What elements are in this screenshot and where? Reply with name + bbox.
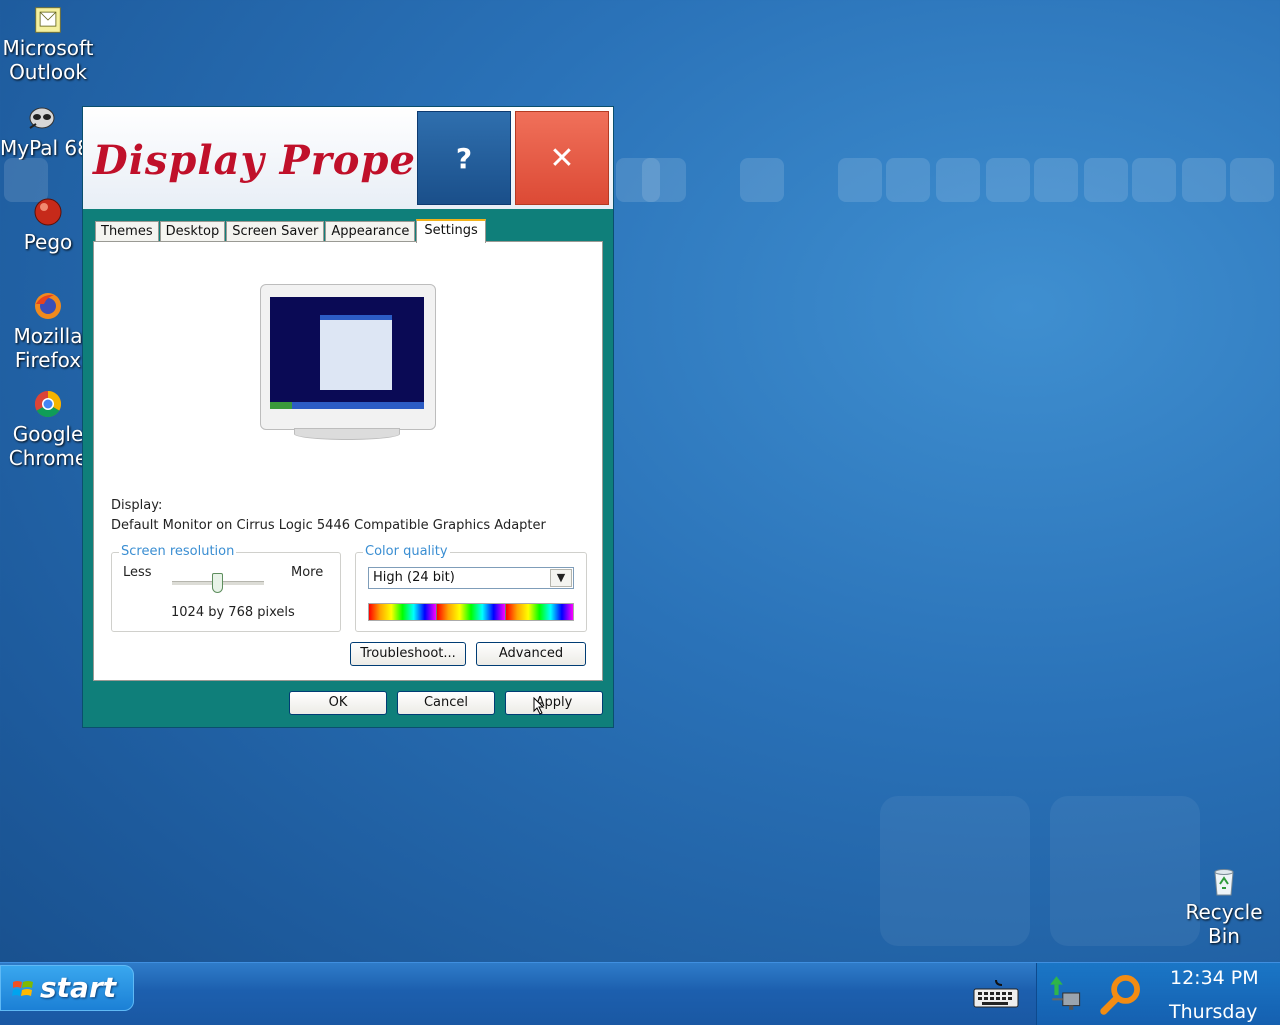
color-spectrum-bar: [368, 603, 574, 621]
monitor-stand: [294, 428, 400, 440]
resolution-value: 1024 by 768 pixels: [171, 605, 295, 620]
resolution-slider-thumb[interactable]: [212, 573, 223, 593]
chevron-down-icon[interactable]: ▼: [550, 569, 572, 587]
desktop-icon-mypal[interactable]: MyPal 68: [0, 102, 84, 160]
display-adapter-text: Default Monitor on Cirrus Logic 5446 Com…: [111, 518, 546, 533]
close-button[interactable]: ✕: [515, 111, 609, 205]
tab-themes[interactable]: Themes: [95, 221, 159, 241]
color-quality-group: Color quality High (24 bit) ▼: [355, 544, 587, 632]
preview-start-button: [270, 402, 292, 409]
preview-window: [320, 315, 392, 390]
tab-screen-saver[interactable]: Screen Saver: [226, 221, 325, 241]
keyboard-icon[interactable]: [972, 975, 1020, 1013]
tab-strip: Themes Desktop Screen Saver Appearance S…: [95, 219, 487, 243]
start-label: start: [40, 971, 117, 1004]
desktop-icon-label: Microsoft Outlook: [2, 36, 94, 84]
network-icon[interactable]: [1046, 971, 1088, 1015]
search-icon[interactable]: [1098, 971, 1144, 1017]
cancel-button[interactable]: Cancel: [397, 691, 495, 715]
mypal-icon: [29, 107, 55, 129]
clock-day[interactable]: Thursday: [1169, 1001, 1257, 1023]
screen-resolution-group: Screen resolution Less More 1024 by 768 …: [111, 544, 341, 632]
desktop-icon-label: Recycle Bin: [1185, 900, 1263, 948]
tab-desktop[interactable]: Desktop: [159, 221, 226, 241]
screen-resolution-legend: Screen resolution: [119, 544, 237, 559]
tab-settings[interactable]: Settings: [416, 219, 486, 243]
dialog-titlebar[interactable]: Display Prope... ? ✕: [83, 107, 613, 209]
desktop-icon-recycle-bin[interactable]: Recycle Bin: [1176, 866, 1272, 948]
ok-button[interactable]: OK: [289, 691, 387, 715]
chrome-icon: [34, 390, 62, 418]
recycle-bin-icon: [1214, 869, 1234, 896]
preview-taskbar: [270, 402, 424, 409]
resolution-less-label: Less: [123, 565, 152, 580]
color-quality-legend: Color quality: [363, 544, 450, 559]
advanced-button[interactable]: Advanced: [476, 642, 586, 666]
resolution-more-label: More: [291, 565, 324, 580]
monitor-screen: [270, 297, 424, 409]
desktop-icon-outlook[interactable]: Microsoft Outlook: [0, 6, 96, 84]
windows-logo-icon: [12, 981, 33, 996]
mouse-cursor-icon: [533, 697, 545, 715]
color-quality-value: High (24 bit): [373, 570, 455, 585]
dialog-title: Display Prope...: [93, 137, 461, 184]
outlook-icon: [35, 7, 61, 33]
firefox-icon: [35, 293, 61, 319]
tab-appearance[interactable]: Appearance: [325, 221, 416, 241]
color-quality-select[interactable]: High (24 bit) ▼: [368, 567, 574, 589]
start-button[interactable]: start: [0, 965, 134, 1011]
display-properties-dialog: Display Prope... ? ✕ Themes Desktop Scre…: [82, 106, 614, 728]
settings-panel: Display: Default Monitor on Cirrus Logic…: [93, 241, 603, 681]
troubleshoot-button[interactable]: Troubleshoot...: [350, 642, 466, 666]
pego-icon: [34, 198, 62, 226]
taskbar: start 12:34 PM Thursday: [0, 962, 1280, 1025]
help-button[interactable]: ?: [417, 111, 511, 205]
monitor-preview: [260, 284, 436, 430]
clock-time[interactable]: 12:34 PM: [1170, 967, 1259, 989]
desktop-icon-label: Pego: [23, 230, 73, 254]
desktop-icon-label: Mozilla Firefox: [13, 324, 83, 372]
desktop-icon-label: MyPal 68: [0, 136, 84, 160]
display-label: Display:: [111, 498, 163, 513]
desktop-icon-label: Google Chrome: [8, 422, 88, 470]
apply-button[interactable]: Apply: [505, 691, 603, 715]
